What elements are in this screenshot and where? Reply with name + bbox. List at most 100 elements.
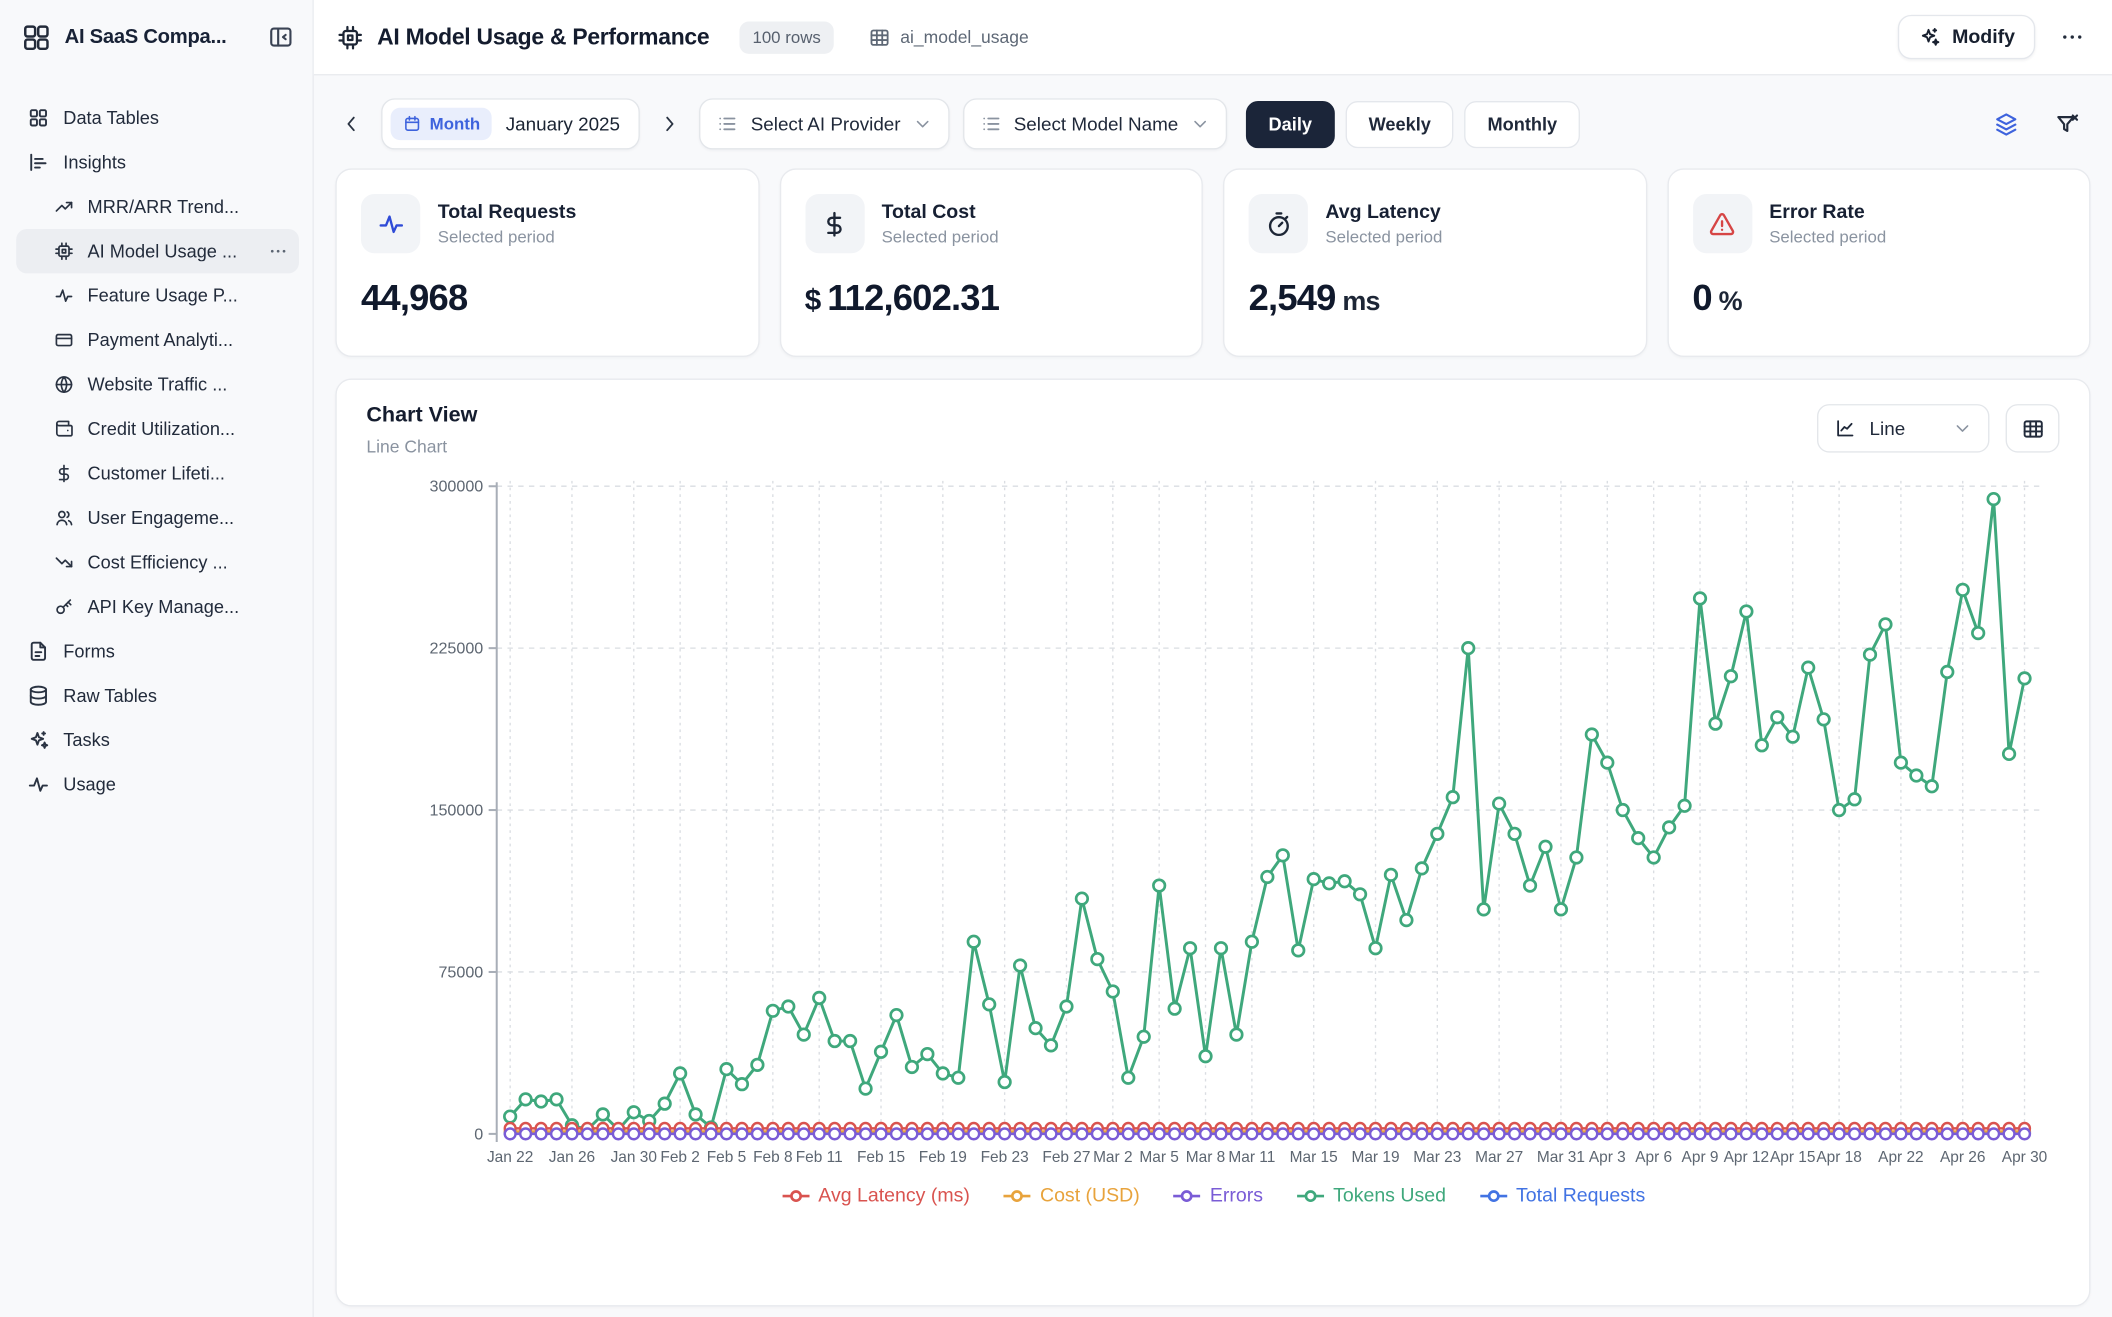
more-options-button[interactable] [2057, 22, 2088, 53]
month-chip: Month [391, 108, 493, 140]
legend-label: Errors [1210, 1185, 1263, 1207]
svg-text:225000: 225000 [430, 640, 484, 658]
sidebar-collapse-button[interactable] [265, 22, 296, 53]
key-icon [54, 597, 74, 617]
stat-card-total-cost: Total CostSelected period$112,602.31 [779, 168, 1203, 357]
sidebar-item-user-engageme[interactable]: User Engageme... [16, 496, 299, 540]
legend-item-cost-usd[interactable]: Cost (USD) [1002, 1185, 1140, 1207]
stat-value: 0% [1692, 277, 2064, 331]
sidebar-item-label: Cost Efficiency ... [88, 552, 289, 572]
file-icon [27, 640, 50, 663]
svg-text:Mar 11: Mar 11 [1228, 1149, 1275, 1166]
stat-number: 44,968 [361, 277, 467, 319]
legend-marker-icon [1172, 1188, 1202, 1204]
legend-item-errors[interactable]: Errors [1172, 1185, 1263, 1207]
sidebar-item-usage[interactable]: Usage [16, 762, 299, 806]
database-icon [27, 684, 50, 707]
stat-cards: Total Requests Selected period 44,968 Total… [314, 150, 2112, 357]
sidebar-item-label: Feature Usage P... [88, 286, 289, 306]
globe-icon [54, 374, 74, 394]
stat-title: Avg Latency [1325, 201, 1442, 223]
stat-subtitle: Selected period [438, 227, 577, 246]
granularity-monthly[interactable]: Monthly [1465, 100, 1581, 147]
sparkles-icon [1918, 26, 1941, 49]
ai-provider-select[interactable]: Select AI Provider [700, 98, 950, 149]
line-chart-svg[interactable]: 075000150000225000300000Jan 22Jan 26Jan … [366, 475, 2059, 1179]
sidebar-item-payment-analyti[interactable]: Payment Analyti... [16, 318, 299, 362]
sidebar-item-cost-efficiency[interactable]: Cost Efficiency ... [16, 540, 299, 584]
calendar-icon [403, 114, 422, 133]
cpu-icon [54, 241, 74, 261]
rows-count-badge: 100 rows [739, 21, 834, 53]
page-title: AI Model Usage & Performance [377, 24, 709, 51]
legend-label: Avg Latency (ms) [818, 1185, 970, 1207]
svg-text:Apr 22: Apr 22 [1878, 1149, 1923, 1166]
list-icon [980, 113, 1002, 135]
sidebar-item-label: Forms [63, 641, 288, 661]
sidebar-item-label: Tasks [63, 730, 288, 750]
chart-type-select[interactable]: Line [1817, 404, 1989, 452]
stat-title: Error Rate [1769, 201, 1886, 223]
svg-text:Jan 30: Jan 30 [611, 1149, 657, 1166]
svg-text:Apr 18: Apr 18 [1816, 1149, 1861, 1166]
next-month-button[interactable] [654, 108, 686, 140]
clear-filters-button[interactable] [2051, 108, 2082, 139]
chart-type-subtitle: Line Chart [366, 436, 477, 456]
list-icon [717, 113, 739, 135]
app: AI SaaS Compa... Data Tables Insights MRR/… [0, 0, 2112, 1317]
sidebar-item-credit-utilization[interactable]: Credit Utilization... [16, 407, 299, 451]
legend-item-total-requests[interactable]: Total Requests [1478, 1185, 1645, 1207]
previous-month-button[interactable] [335, 108, 367, 140]
ai-provider-placeholder: Select AI Provider [751, 113, 901, 135]
granularity-daily[interactable]: Daily [1246, 100, 1335, 147]
month-chip-label: Month [430, 114, 480, 133]
sidebar-item-customer-lifeti[interactable]: Customer Lifeti... [16, 451, 299, 495]
legend-marker-icon [1295, 1188, 1325, 1204]
sidebar-item-feature-usage-p[interactable]: Feature Usage P... [16, 273, 299, 317]
table-view-button[interactable] [2006, 404, 2060, 452]
legend-item-tokens-used[interactable]: Tokens Used [1295, 1185, 1446, 1207]
sidebar-item-label: Insights [63, 152, 288, 172]
svg-text:Apr 3: Apr 3 [1589, 1149, 1626, 1166]
model-name-placeholder: Select Model Name [1014, 113, 1179, 135]
sidebar-item-ai-model-usage[interactable]: AI Model Usage ... [16, 229, 299, 273]
svg-text:150000: 150000 [430, 801, 484, 819]
sidebar-item-mrr-arr-trend[interactable]: MRR/ARR Trend... [16, 185, 299, 229]
sidebar-item-data-tables[interactable]: Data Tables [16, 96, 299, 140]
stat-subtitle: Selected period [1325, 227, 1442, 246]
wallet-icon [54, 419, 74, 439]
sidebar-item-label: Payment Analyti... [88, 330, 289, 350]
legend-label: Tokens Used [1333, 1185, 1446, 1207]
legend-item-avg-latency-ms[interactable]: Avg Latency (ms) [781, 1185, 970, 1207]
alert-triangle-icon [1692, 194, 1751, 253]
line-chart[interactable]: 075000150000225000300000Jan 22Jan 26Jan … [366, 475, 2059, 1179]
sidebar-item-insights[interactable]: Insights [16, 140, 299, 184]
sidebar-item-website-traffic[interactable]: Website Traffic ... [16, 362, 299, 406]
granularity-weekly[interactable]: Weekly [1346, 100, 1454, 147]
app-logo-icon [22, 22, 52, 52]
svg-text:Feb 11: Feb 11 [796, 1149, 843, 1166]
sidebar-header: AI SaaS Compa... [16, 19, 299, 55]
table-name: ai_model_usage [900, 27, 1029, 47]
sidebar-item-label: AI Model Usage ... [88, 241, 255, 261]
sidebar-item-tasks[interactable]: Tasks [16, 718, 299, 762]
sidebar-item-forms[interactable]: Forms [16, 629, 299, 673]
stat-value: 2,549ms [1249, 277, 1621, 331]
sparkles-icon [27, 729, 50, 752]
granularity-toggle: DailyWeeklyMonthly [1246, 100, 1580, 147]
svg-text:Apr 6: Apr 6 [1635, 1149, 1672, 1166]
svg-text:Feb 2: Feb 2 [660, 1149, 699, 1166]
ellipsis-icon[interactable] [268, 241, 288, 261]
modify-button[interactable]: Modify [1898, 15, 2035, 59]
sidebar-item-api-key-manage[interactable]: API Key Manage... [16, 585, 299, 629]
svg-text:Apr 30: Apr 30 [2002, 1149, 2047, 1166]
sidebar-item-raw-tables[interactable]: Raw Tables [16, 673, 299, 717]
sidebar-item-label: MRR/ARR Trend... [88, 197, 289, 217]
legend-marker-icon [781, 1188, 811, 1204]
layers-button[interactable] [1991, 108, 2022, 139]
table-reference[interactable]: ai_model_usage [869, 26, 1028, 48]
model-name-select[interactable]: Select Model Name [963, 98, 1227, 149]
stat-title: Total Requests [438, 201, 577, 223]
month-picker[interactable]: Month January 2025 [381, 98, 640, 149]
svg-text:Mar 5: Mar 5 [1139, 1149, 1178, 1166]
